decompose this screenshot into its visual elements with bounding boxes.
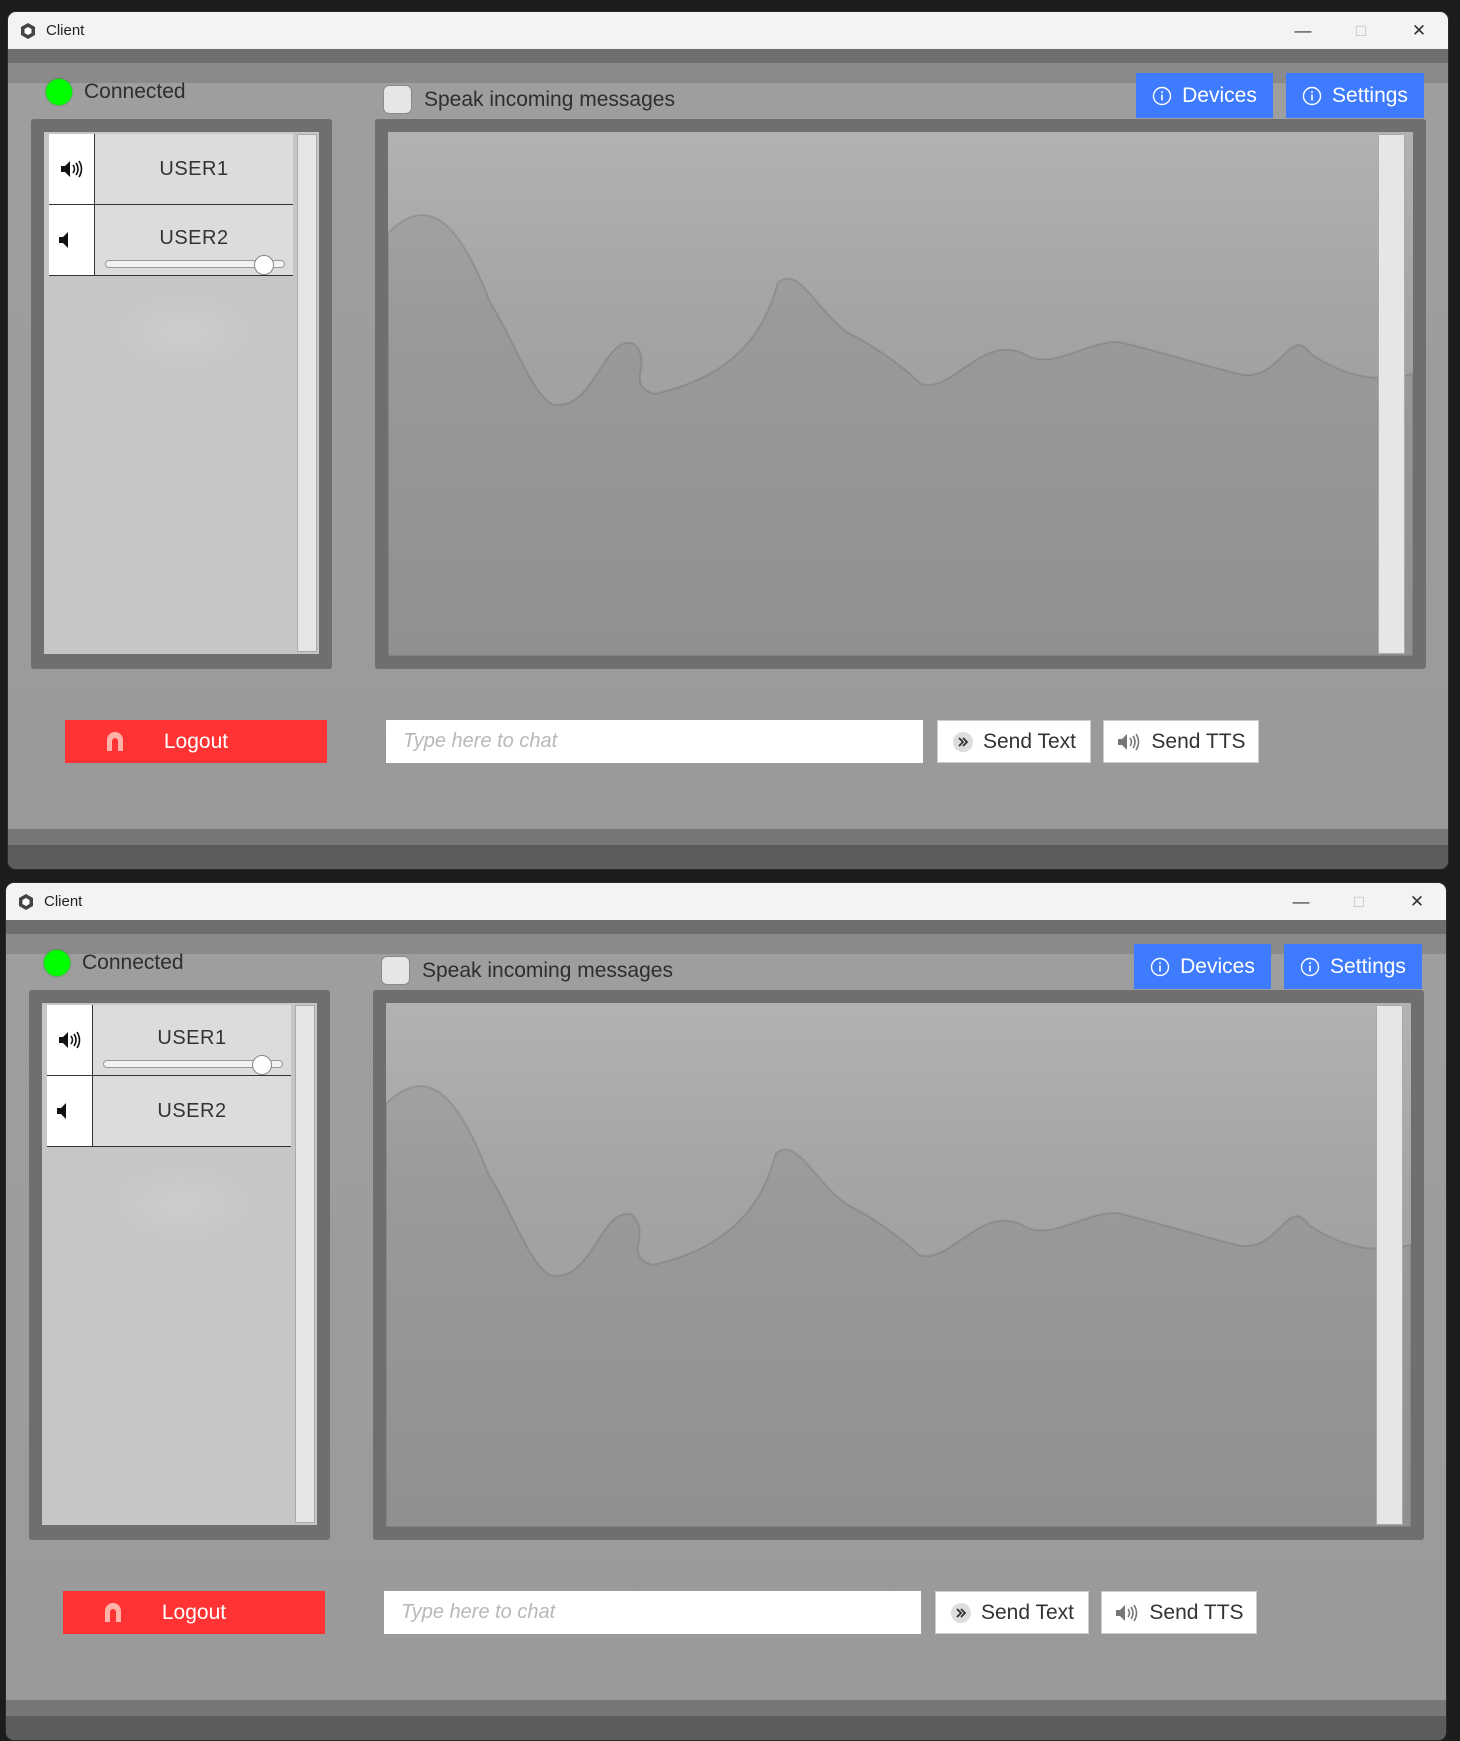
speak-incoming-checkbox[interactable] xyxy=(381,956,410,985)
slider-thumb[interactable] xyxy=(254,255,275,275)
user-name: USER1 xyxy=(159,158,229,180)
window-title: Client xyxy=(44,893,83,910)
user-speaker-button[interactable] xyxy=(47,1005,93,1075)
client-window: Client — □ ✕ Connected Speak incoming me… xyxy=(8,12,1448,869)
settings-label: Settings xyxy=(1332,83,1408,107)
status-label: Connected xyxy=(82,951,184,974)
chat-panel xyxy=(375,119,1426,669)
chat-input[interactable] xyxy=(384,1591,921,1634)
user-list: USER1 USER2 xyxy=(44,132,319,654)
settings-label: Settings xyxy=(1330,954,1406,978)
user-speaker-button[interactable] xyxy=(49,205,95,275)
devices-button[interactable]: Devices xyxy=(1134,944,1271,989)
send-text-label: Send Text xyxy=(980,1600,1074,1624)
minimize-button[interactable]: — xyxy=(1272,883,1330,920)
settings-button[interactable]: Settings xyxy=(1286,73,1424,118)
user-volume-slider[interactable] xyxy=(103,1055,283,1075)
user-name: USER2 xyxy=(157,1100,227,1122)
speak-incoming-checkbox[interactable] xyxy=(383,85,412,114)
status-indicator-icon xyxy=(44,950,70,976)
send-tts-button[interactable]: Send TTS xyxy=(1101,1591,1257,1634)
slider-thumb[interactable] xyxy=(252,1055,273,1075)
user-list-panel: USER1 USER2 xyxy=(29,990,330,1540)
user-speaker-button[interactable] xyxy=(47,1076,93,1146)
info-icon xyxy=(1152,86,1172,106)
chat-scrollbar[interactable] xyxy=(1376,1005,1403,1525)
info-icon xyxy=(1150,957,1170,977)
status-indicator-icon xyxy=(46,79,72,105)
settings-button[interactable]: Settings xyxy=(1284,944,1422,989)
info-icon xyxy=(1300,957,1320,977)
background-texture xyxy=(388,214,1413,656)
user-row[interactable]: USER2 xyxy=(47,1076,291,1147)
devices-button[interactable]: Devices xyxy=(1136,73,1273,118)
user-name: USER1 xyxy=(157,1027,227,1049)
client-window: Client — □ ✕ Connected Speak incoming me… xyxy=(6,883,1446,1740)
close-button[interactable]: ✕ xyxy=(1390,12,1448,49)
logout-label: Logout xyxy=(163,729,229,753)
speak-incoming-label: Speak incoming messages xyxy=(424,87,675,111)
send-tts-button[interactable]: Send TTS xyxy=(1103,720,1259,763)
user-list-panel: USER1 USER2 xyxy=(31,119,332,669)
window-title: Client xyxy=(46,22,85,39)
user-list: USER1 USER2 xyxy=(42,1003,317,1525)
user-row[interactable]: USER2 xyxy=(49,205,293,276)
chat-log xyxy=(386,1003,1411,1527)
send-text-label: Send Text xyxy=(982,729,1076,753)
send-text-button[interactable]: Send Text xyxy=(937,720,1091,763)
client-content: Connected Speak incoming messages Device… xyxy=(6,920,1446,1740)
status-label: Connected xyxy=(84,80,186,103)
user-list-scrollbar[interactable] xyxy=(295,1005,315,1523)
send-tts-label: Send TTS xyxy=(1151,729,1246,753)
send-tts-label: Send TTS xyxy=(1149,1600,1244,1624)
logout-button[interactable]: Logout xyxy=(63,1591,325,1634)
user-row[interactable]: USER1 xyxy=(47,1005,291,1076)
chat-panel xyxy=(373,990,1424,1540)
logout-icon xyxy=(103,729,127,759)
maximize-button[interactable]: □ xyxy=(1330,883,1388,920)
title-bar: Client — □ ✕ xyxy=(6,883,1446,920)
user-list-scrollbar[interactable] xyxy=(297,134,317,652)
user-speaker-button[interactable] xyxy=(49,134,95,204)
send-icon xyxy=(952,731,974,753)
chat-scrollbar[interactable] xyxy=(1378,134,1405,654)
chat-input[interactable] xyxy=(386,720,923,763)
devices-label: Devices xyxy=(1182,83,1257,107)
speaker-muted-icon xyxy=(58,229,72,251)
connection-status: Connected xyxy=(46,79,186,105)
info-icon xyxy=(1302,86,1322,106)
user-row[interactable]: USER1 xyxy=(49,134,293,205)
connection-status: Connected xyxy=(44,950,184,976)
maximize-button[interactable]: □ xyxy=(1332,12,1390,49)
speaker-loud-icon xyxy=(59,158,85,180)
close-button[interactable]: ✕ xyxy=(1388,883,1446,920)
chat-log xyxy=(388,132,1413,656)
send-icon xyxy=(950,1602,972,1624)
minimize-button[interactable]: — xyxy=(1274,12,1332,49)
client-content: Connected Speak incoming messages Device… xyxy=(8,49,1448,869)
app-icon xyxy=(19,22,37,40)
speak-incoming-toggle[interactable]: Speak incoming messages xyxy=(383,85,675,114)
speaker-loud-icon xyxy=(57,1029,83,1051)
send-text-button[interactable]: Send Text xyxy=(935,1591,1089,1634)
app-icon xyxy=(17,893,35,911)
logout-label: Logout xyxy=(161,1600,227,1624)
speak-incoming-label: Speak incoming messages xyxy=(422,958,673,982)
speaker-muted-icon xyxy=(56,1100,70,1122)
speak-incoming-toggle[interactable]: Speak incoming messages xyxy=(381,956,673,985)
user-volume-slider[interactable] xyxy=(105,255,285,275)
speaker-loud-icon xyxy=(1116,731,1142,753)
background-texture xyxy=(386,1085,1411,1527)
title-bar: Client — □ ✕ xyxy=(8,12,1448,49)
devices-label: Devices xyxy=(1180,954,1255,978)
user-name: USER2 xyxy=(159,227,229,249)
speaker-loud-icon xyxy=(1114,1602,1140,1624)
logout-button[interactable]: Logout xyxy=(65,720,327,763)
logout-icon xyxy=(101,1600,125,1630)
